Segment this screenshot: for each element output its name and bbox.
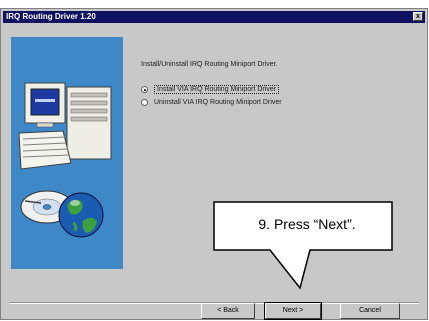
- setup-illustration: [18, 82, 112, 238]
- radio-install[interactable]: Install VIA IRQ Routing Miniport Driver: [141, 85, 280, 94]
- setup-dialog: IRQ Routing Driver 1.20 x Install/Uninst…: [0, 8, 428, 320]
- callout-text: 9. Press “Next”.: [258, 216, 356, 232]
- radio-install-button[interactable]: [141, 86, 148, 93]
- cancel-button[interactable]: Cancel: [340, 303, 400, 319]
- next-button[interactable]: Next >: [264, 302, 322, 320]
- description-text: Install/Uninstall IRQ Routing Miniport D…: [141, 61, 278, 68]
- radio-uninstall-label[interactable]: Uninstall VIA IRQ Routing Miniport Drive…: [154, 99, 282, 106]
- globe-icon: [58, 192, 104, 238]
- title-bar: IRQ Routing Driver 1.20 x: [3, 11, 425, 23]
- radio-uninstall[interactable]: Uninstall VIA IRQ Routing Miniport Drive…: [141, 99, 282, 106]
- radio-uninstall-button[interactable]: [141, 99, 148, 106]
- computer-icon: [18, 82, 112, 170]
- back-button[interactable]: < Back: [201, 303, 255, 319]
- setup-side-panel: [11, 37, 123, 269]
- close-button[interactable]: x: [413, 12, 423, 21]
- radio-install-label[interactable]: Install VIA IRQ Routing Miniport Driver: [154, 85, 280, 94]
- top-margin: [0, 0, 429, 8]
- window-title: IRQ Routing Driver 1.20: [6, 12, 96, 21]
- close-icon: x: [416, 13, 420, 20]
